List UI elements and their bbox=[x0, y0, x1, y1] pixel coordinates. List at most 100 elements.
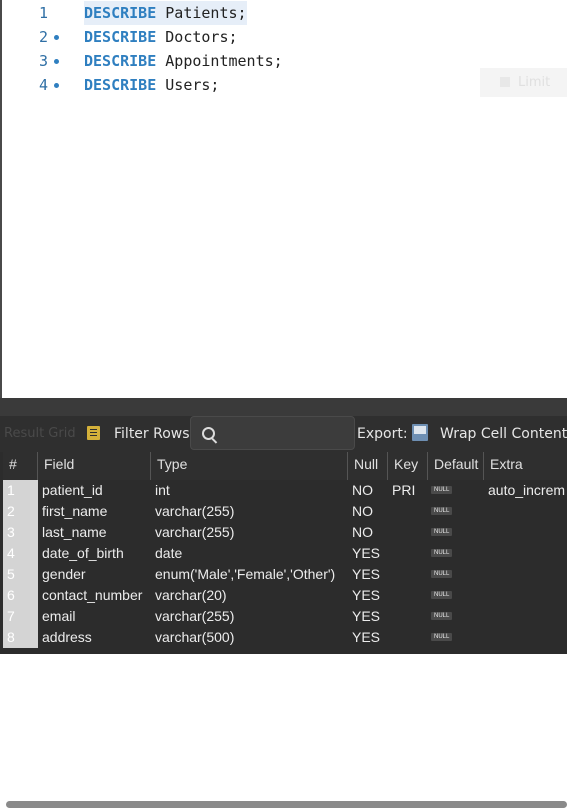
sql-keyword: DESCRIBE bbox=[84, 76, 157, 94]
editor-line[interactable]: 1 DESCRIBE Patients; bbox=[2, 1, 567, 25]
cell-type[interactable]: varchar(500) bbox=[155, 627, 234, 648]
null-badge: NULL bbox=[431, 549, 453, 558]
column-header-number[interactable]: # bbox=[3, 452, 38, 480]
column-header-default[interactable]: Default bbox=[428, 452, 484, 480]
horizontal-scrollbar[interactable] bbox=[6, 801, 567, 808]
table-name: Doctors; bbox=[156, 28, 238, 46]
cell-default[interactable]: NULL bbox=[431, 585, 453, 606]
cell-default[interactable]: NULL bbox=[431, 522, 453, 543]
result-grid[interactable]: # Field Type Null Key Default Extra 1 pat… bbox=[0, 452, 567, 654]
limit-rows-button[interactable]: Limit bbox=[480, 68, 567, 97]
table-name: Patients; bbox=[156, 4, 247, 22]
row-number[interactable]: 6 bbox=[3, 585, 38, 606]
cell-null[interactable]: NO bbox=[352, 522, 373, 543]
table-row[interactable]: 3 last_name varchar(255) NO NULL bbox=[0, 522, 567, 543]
cell-key[interactable]: PRI bbox=[392, 480, 415, 501]
null-badge: NULL bbox=[431, 507, 453, 516]
panel-divider[interactable] bbox=[0, 398, 567, 808]
cell-null[interactable]: YES bbox=[352, 585, 380, 606]
column-header-extra[interactable]: Extra bbox=[484, 452, 567, 480]
table-row[interactable]: 6 contact_number varchar(20) YES NULL bbox=[0, 585, 567, 606]
column-header-type[interactable]: Type bbox=[151, 452, 348, 480]
cell-type[interactable]: varchar(255) bbox=[155, 606, 234, 627]
cell-null[interactable]: NO bbox=[352, 501, 373, 522]
row-number[interactable]: 3 bbox=[3, 522, 38, 543]
null-badge: NULL bbox=[431, 570, 453, 579]
table-row[interactable]: 8 address varchar(500) YES NULL bbox=[0, 627, 567, 648]
cell-null[interactable]: YES bbox=[352, 564, 380, 585]
column-header-null[interactable]: Null bbox=[348, 452, 388, 480]
cell-field[interactable]: address bbox=[42, 627, 92, 648]
code-text[interactable]: DESCRIBE Appointments; bbox=[84, 49, 283, 73]
row-number[interactable]: 5 bbox=[3, 564, 38, 585]
limit-icon bbox=[500, 77, 510, 87]
cell-field[interactable]: patient_id bbox=[42, 480, 103, 501]
cell-default[interactable]: NULL bbox=[431, 606, 453, 627]
cell-type[interactable]: int bbox=[155, 480, 170, 501]
column-header-key[interactable]: Key bbox=[388, 452, 428, 480]
row-number[interactable]: 2 bbox=[3, 501, 38, 522]
line-number: 4 bbox=[38, 76, 48, 94]
code-text[interactable]: DESCRIBE Users; bbox=[84, 73, 219, 97]
editor-line[interactable]: 2 DESCRIBE Doctors; bbox=[2, 25, 567, 49]
cell-default[interactable]: NULL bbox=[431, 501, 453, 522]
filter-rows-label: Filter Rows: bbox=[114, 426, 195, 442]
cell-default[interactable]: NULL bbox=[431, 627, 453, 648]
cell-field[interactable]: last_name bbox=[42, 522, 107, 543]
cell-field[interactable]: email bbox=[42, 606, 75, 627]
cell-extra[interactable]: auto_increm bbox=[488, 480, 565, 501]
code-text[interactable]: DESCRIBE Patients; bbox=[84, 1, 247, 25]
sql-keyword: DESCRIBE bbox=[84, 4, 157, 22]
table-name: Users; bbox=[156, 76, 220, 94]
cell-default[interactable]: NULL bbox=[431, 543, 453, 564]
table-name: Appointments; bbox=[156, 52, 283, 70]
null-badge: NULL bbox=[431, 591, 453, 600]
cell-null[interactable]: YES bbox=[352, 543, 380, 564]
statement-marker-icon bbox=[54, 35, 59, 40]
line-number: 1 bbox=[38, 4, 48, 22]
table-row[interactable]: 4 date_of_birth date YES NULL bbox=[0, 543, 567, 564]
null-badge: NULL bbox=[431, 486, 453, 495]
table-row[interactable]: 1 patient_id int NO PRI NULL auto_increm bbox=[0, 480, 567, 501]
null-badge: NULL bbox=[431, 633, 453, 642]
filter-rows-input[interactable] bbox=[190, 416, 355, 450]
export-icon[interactable] bbox=[412, 424, 428, 441]
cell-type[interactable]: varchar(255) bbox=[155, 501, 234, 522]
table-row[interactable]: 7 email varchar(255) YES NULL bbox=[0, 606, 567, 627]
null-badge: NULL bbox=[431, 528, 453, 537]
row-number[interactable]: 8 bbox=[3, 627, 38, 648]
cell-field[interactable]: first_name bbox=[42, 501, 107, 522]
sql-keyword: DESCRIBE bbox=[84, 28, 157, 46]
cell-null[interactable]: NO bbox=[352, 480, 373, 501]
column-header-field[interactable]: Field bbox=[38, 452, 151, 480]
code-text[interactable]: DESCRIBE Doctors; bbox=[84, 25, 238, 49]
cell-default[interactable]: NULL bbox=[431, 480, 453, 501]
row-number[interactable]: 4 bbox=[3, 543, 38, 564]
table-row[interactable]: 2 first_name varchar(255) NO NULL bbox=[0, 501, 567, 522]
result-toolbar: Result Grid Filter Rows: Export: Wrap Ce… bbox=[0, 416, 567, 452]
statement-marker-icon bbox=[54, 59, 59, 64]
limit-label: Limit bbox=[518, 75, 551, 90]
export-label: Export: bbox=[357, 426, 408, 442]
cell-type[interactable]: varchar(255) bbox=[155, 522, 234, 543]
sql-editor[interactable]: 1 DESCRIBE Patients; 2 DESCRIBE Doctors;… bbox=[0, 0, 567, 398]
statement-marker-icon bbox=[54, 83, 59, 88]
cell-null[interactable]: YES bbox=[352, 606, 380, 627]
cell-field[interactable]: contact_number bbox=[42, 585, 142, 606]
null-badge: NULL bbox=[431, 612, 453, 621]
search-icon bbox=[202, 427, 215, 440]
line-number: 3 bbox=[38, 52, 48, 70]
cell-field[interactable]: gender bbox=[42, 564, 86, 585]
cell-type[interactable]: varchar(20) bbox=[155, 585, 227, 606]
row-number[interactable]: 7 bbox=[3, 606, 38, 627]
row-number[interactable]: 1 bbox=[3, 480, 38, 501]
cell-type[interactable]: enum('Male','Female','Other') bbox=[155, 564, 335, 585]
cell-null[interactable]: YES bbox=[352, 627, 380, 648]
wrap-cell-content-label: Wrap Cell Content: bbox=[440, 426, 567, 442]
cell-field[interactable]: date_of_birth bbox=[42, 543, 124, 564]
tab-result-grid[interactable]: Result Grid bbox=[4, 426, 76, 441]
cell-default[interactable]: NULL bbox=[431, 564, 453, 585]
cell-type[interactable]: date bbox=[155, 543, 182, 564]
sql-keyword: DESCRIBE bbox=[84, 52, 157, 70]
table-row[interactable]: 5 gender enum('Male','Female','Other') YES N… bbox=[0, 564, 567, 585]
